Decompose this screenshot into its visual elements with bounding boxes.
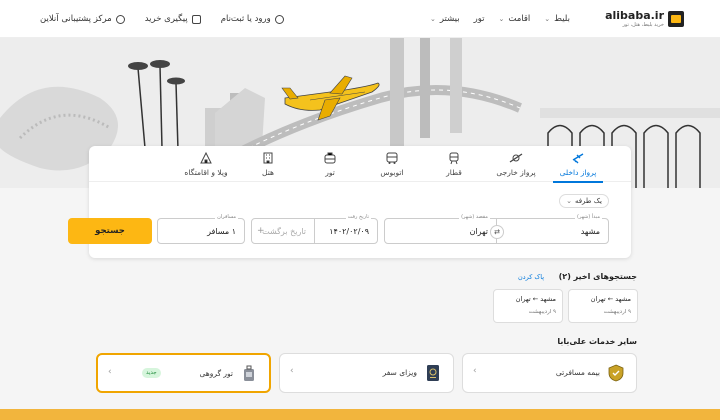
search-button[interactable]: جستجو bbox=[68, 218, 152, 244]
recent-route: مشهد ← تهران bbox=[590, 295, 631, 303]
origin-value: مشهد bbox=[580, 227, 600, 236]
new-badge: جدید bbox=[142, 368, 161, 378]
chevron-down-icon: ⌄ bbox=[429, 15, 436, 23]
departure-date-field[interactable]: تاریخ رفت ۱۴۰۲/۰۲/۰۹ bbox=[314, 214, 378, 244]
plus-icon: + bbox=[257, 226, 265, 236]
recent-search-card[interactable]: مشهد ← تهران ۹ اردیبهشت bbox=[493, 289, 563, 323]
international-flight-icon bbox=[509, 153, 523, 163]
trip-type-select[interactable]: یک طرفه ⌄ bbox=[559, 194, 609, 208]
insurance-shield-icon bbox=[608, 364, 624, 382]
logo-text: alibaba.ir خرید بلیط، هتل، تور bbox=[605, 10, 664, 28]
tab-label: تور bbox=[325, 168, 335, 177]
search-fields: مبدأ (شهر) مشهد ⇄ مقصد (شهر) تهران تاریخ… bbox=[68, 214, 609, 244]
service-label: ویزای سفر bbox=[382, 368, 417, 377]
tab-label: هتل bbox=[262, 168, 274, 177]
service-tabs: پرواز داخلی پرواز خارجی قطار اتوبوس تور … bbox=[89, 146, 631, 183]
return-placeholder: تاریخ برگشت bbox=[262, 227, 306, 236]
swap-icon[interactable]: ⇄ bbox=[490, 225, 504, 239]
train-icon bbox=[449, 152, 459, 165]
passengers-label: مسافران bbox=[215, 214, 238, 220]
footer-strip bbox=[0, 409, 720, 420]
passport-icon bbox=[427, 365, 439, 381]
main-nav: بلیط ⌄ اقامت ⌄ تور بیشتر ⌄ bbox=[430, 14, 570, 24]
tab-domestic-flight[interactable]: پرواز داخلی bbox=[547, 146, 609, 183]
tab-label: قطار bbox=[446, 168, 462, 177]
top-links: مرکز پشتیبانی آنلاین پیگیری خرید ورود یا… bbox=[40, 14, 284, 24]
logo-tagline: خرید بلیط، هتل، تور bbox=[622, 22, 664, 28]
tab-label: پرواز خارجی bbox=[496, 168, 536, 177]
chevron-down-icon: ⌄ bbox=[566, 197, 572, 205]
domestic-flight-icon bbox=[572, 153, 584, 164]
tab-label: اتوبوس bbox=[380, 168, 404, 177]
tab-tour[interactable]: تور bbox=[299, 146, 361, 182]
destination-label: مقصد (شهر) bbox=[459, 214, 490, 220]
recent-searches-title: جستجوهای اخیر (۲) bbox=[558, 272, 637, 281]
origin-field[interactable]: مبدأ (شهر) مشهد ⇄ bbox=[490, 214, 609, 244]
luggage-icon bbox=[244, 365, 254, 381]
origin-label: مبدأ (شهر) bbox=[575, 214, 602, 220]
service-label: بیمه مسافرتی bbox=[555, 368, 600, 377]
nav-label: اقامت bbox=[508, 14, 531, 24]
tab-label: پرواز داخلی bbox=[559, 168, 597, 177]
service-travel-visa[interactable]: ویزای سفر ‹ bbox=[279, 353, 454, 393]
bus-icon bbox=[386, 152, 398, 164]
hotel-icon bbox=[263, 152, 273, 164]
trip-type-label: یک طرفه bbox=[574, 197, 602, 205]
chevron-left-icon: ‹ bbox=[108, 367, 112, 377]
tab-bus[interactable]: اتوبوس bbox=[361, 146, 423, 182]
orders-link[interactable]: پیگیری خرید bbox=[145, 14, 201, 24]
return-date-field[interactable]: تاریخ برگشت + bbox=[251, 218, 315, 244]
user-icon bbox=[274, 14, 284, 24]
login-label: ورود یا ثبت‌نام bbox=[220, 14, 271, 24]
departure-value: ۱۴۰۲/۰۲/۰۹ bbox=[329, 227, 369, 236]
passengers-field[interactable]: مسافران ۱ مسافر bbox=[157, 214, 245, 244]
nav-item-tour[interactable]: تور bbox=[474, 14, 485, 24]
recent-date: ۹ اردیبهشت bbox=[603, 309, 631, 315]
orders-label: پیگیری خرید bbox=[144, 14, 188, 24]
receipt-icon bbox=[191, 14, 201, 24]
search-card: پرواز داخلی پرواز خارجی قطار اتوبوس تور … bbox=[68, 146, 631, 258]
chevron-down-icon: ⌄ bbox=[498, 15, 505, 23]
clear-recent-link[interactable]: پاک کردن bbox=[518, 273, 544, 281]
support-label: مرکز پشتیبانی آنلاین bbox=[40, 14, 112, 24]
tour-icon bbox=[324, 152, 336, 164]
nav-label: تور bbox=[473, 14, 485, 24]
destination-field[interactable]: مقصد (شهر) تهران bbox=[384, 214, 497, 244]
top-navbar: alibaba.ir خرید بلیط، هتل، تور بلیط ⌄ اقا… bbox=[0, 0, 720, 38]
service-travel-insurance[interactable]: بیمه مسافرتی ‹ bbox=[462, 353, 637, 393]
nav-item-tickets[interactable]: بلیط ⌄ bbox=[544, 14, 570, 24]
recent-route: مشهد ← تهران bbox=[515, 295, 556, 303]
tab-train[interactable]: قطار bbox=[423, 146, 485, 182]
recent-searches-list: مشهد ← تهران ۹ اردیبهشت مشهد ← تهران ۹ ا… bbox=[493, 289, 638, 323]
passengers-value: ۱ مسافر bbox=[207, 227, 236, 236]
destination-value: تهران bbox=[469, 227, 488, 236]
logo-name: alibaba.ir bbox=[605, 9, 664, 22]
tab-label: ویلا و اقامتگاه bbox=[184, 168, 228, 177]
service-label: تور گروهی bbox=[199, 369, 233, 378]
other-services-list: بیمه مسافرتی ‹ ویزای سفر ‹ تور گروهی جدی… bbox=[96, 353, 637, 393]
nav-item-accommodation[interactable]: اقامت ⌄ bbox=[499, 14, 531, 24]
chevron-left-icon: ‹ bbox=[290, 366, 294, 376]
other-services-title: سایر خدمات علی‌بابا bbox=[557, 337, 637, 346]
recent-search-card[interactable]: مشهد ← تهران ۹ اردیبهشت bbox=[568, 289, 638, 323]
nav-label: بیشتر bbox=[439, 14, 460, 24]
logo-icon bbox=[668, 11, 684, 27]
tab-international-flight[interactable]: پرواز خارجی bbox=[485, 146, 547, 182]
tab-hotel[interactable]: هتل bbox=[237, 146, 299, 182]
search-button-label: جستجو bbox=[95, 226, 125, 236]
departure-label: تاریخ رفت bbox=[345, 214, 371, 220]
service-group-tour[interactable]: تور گروهی جدید ‹ bbox=[96, 353, 271, 393]
support-icon bbox=[115, 14, 125, 24]
tab-villa[interactable]: ویلا و اقامتگاه bbox=[175, 146, 237, 182]
chevron-down-icon: ⌄ bbox=[544, 15, 551, 23]
nav-label: بلیط bbox=[554, 14, 570, 24]
support-link[interactable]: مرکز پشتیبانی آنلاین bbox=[40, 14, 125, 24]
alibaba-logo[interactable]: alibaba.ir خرید بلیط، هتل، تور bbox=[605, 10, 684, 28]
nav-item-more[interactable]: بیشتر ⌄ bbox=[430, 14, 460, 24]
recent-date: ۹ اردیبهشت bbox=[528, 309, 556, 315]
login-link[interactable]: ورود یا ثبت‌نام bbox=[221, 14, 284, 24]
villa-icon bbox=[200, 151, 212, 164]
chevron-left-icon: ‹ bbox=[473, 366, 477, 376]
